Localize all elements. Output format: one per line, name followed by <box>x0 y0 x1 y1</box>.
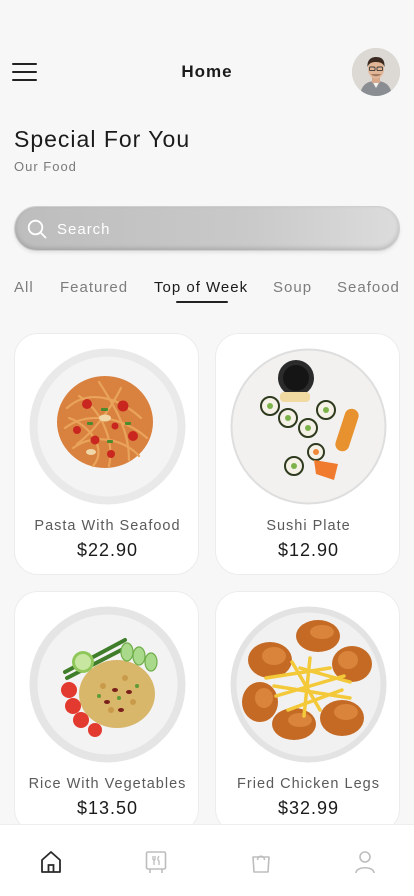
food-card-sushi[interactable]: Sushi Plate $12.90 <box>215 333 400 575</box>
avatar[interactable] <box>352 48 400 96</box>
food-name: Fried Chicken Legs <box>237 776 380 792</box>
menu-board-icon[interactable] <box>144 849 168 875</box>
food-name: Sushi Plate <box>266 518 351 534</box>
tab-featured[interactable]: Featured <box>60 279 128 296</box>
shopping-bag-icon[interactable] <box>249 849 273 875</box>
section-subheading: Our Food <box>14 159 77 174</box>
food-price: $13.50 <box>76 798 139 818</box>
food-price: $32.99 <box>277 798 340 818</box>
food-price: $12.90 <box>277 540 340 560</box>
tab-soup[interactable]: Soup <box>273 279 312 296</box>
pasta-dish-image <box>29 348 186 505</box>
top-bar: Home <box>0 44 414 100</box>
active-tab-indicator <box>176 301 228 303</box>
food-card-rice[interactable]: Rice With Vegetables $13.50 <box>14 591 199 833</box>
bottom-navigation <box>0 824 414 896</box>
search-bar[interactable] <box>14 206 400 251</box>
tab-top-of-week[interactable]: Top of Week <box>154 279 248 296</box>
food-name: Rice With Vegetables <box>28 776 187 792</box>
search-input[interactable] <box>57 215 377 243</box>
tab-all[interactable]: All <box>14 279 34 296</box>
rice-dish-image <box>29 606 186 763</box>
food-price: $22.90 <box>76 540 139 560</box>
search-icon <box>27 219 47 239</box>
food-card-chicken[interactable]: Fried Chicken Legs $32.99 <box>215 591 400 833</box>
chicken-dish-image <box>230 606 387 763</box>
profile-icon[interactable] <box>353 849 377 875</box>
food-name: Pasta With Seafood <box>34 518 181 534</box>
food-card-pasta[interactable]: Pasta With Seafood $22.90 <box>14 333 199 575</box>
tab-seafood[interactable]: Seafood <box>337 279 400 296</box>
sushi-dish-image <box>230 348 387 505</box>
section-heading: Special For You <box>14 126 191 152</box>
home-icon[interactable] <box>39 849 63 875</box>
